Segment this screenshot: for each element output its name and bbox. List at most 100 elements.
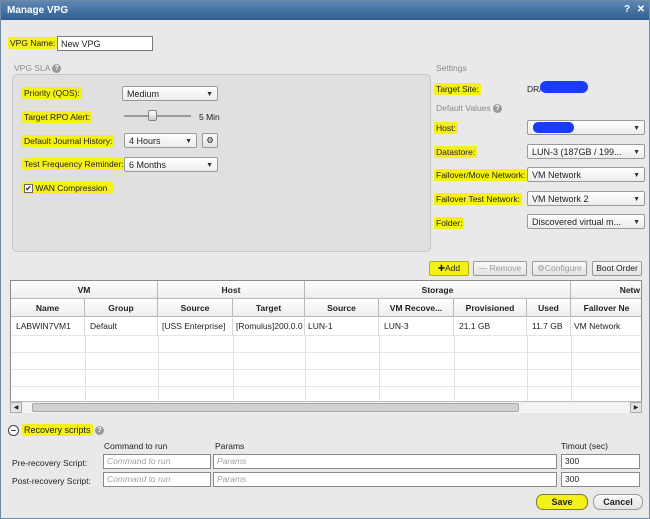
- timeout-column-label: Timout (sec): [561, 441, 608, 451]
- failover-test-network-value: VM Network 2: [532, 194, 589, 204]
- chevron-down-icon: ▼: [633, 125, 640, 132]
- remove-button[interactable]: — Remove: [473, 261, 527, 276]
- post-recovery-timeout-input[interactable]: 300: [561, 472, 640, 487]
- rpo-slider-handle[interactable]: [148, 110, 157, 121]
- row-divider: [11, 386, 641, 387]
- table-cell-storage-source[interactable]: LUN-1: [305, 318, 379, 335]
- failover-network-select[interactable]: VM Network ▼: [527, 167, 645, 182]
- chevron-down-icon: ▼: [633, 196, 640, 203]
- column-divider: [454, 335, 455, 401]
- target-site-label: Target Site:: [434, 83, 481, 95]
- chevron-down-icon: ▼: [206, 91, 213, 98]
- journal-settings-button[interactable]: ⚙: [202, 133, 218, 148]
- settings-title: Settings: [436, 63, 467, 73]
- window-title: Manage VPG: [7, 5, 69, 16]
- title-bar: Manage VPG: [1, 1, 649, 20]
- column-header-failover-network[interactable]: Failover Ne: [571, 299, 641, 317]
- horizontal-scrollbar[interactable]: ◀ ▶: [10, 401, 642, 413]
- help-icon[interactable]: ?: [621, 4, 633, 16]
- column-divider: [158, 335, 159, 401]
- table-cell-host-source[interactable]: [USS Enterprise]: [158, 318, 233, 335]
- table-cell-host-target[interactable]: [Romulus]200.0.0: [233, 318, 305, 335]
- wan-compression-checkbox[interactable]: ✔: [24, 184, 33, 194]
- table-cell-failover-network[interactable]: VM Network: [571, 318, 641, 335]
- column-divider: [85, 335, 86, 401]
- scroll-right-icon[interactable]: ▶: [630, 402, 642, 413]
- plus-icon: ✚: [437, 263, 445, 273]
- group-header-host: Host: [158, 281, 305, 299]
- test-frequency-select[interactable]: 6 Months ▼: [124, 157, 218, 172]
- table-cell-used[interactable]: 11.7 GB: [527, 318, 571, 335]
- gear-icon: ⚙: [537, 263, 545, 273]
- table-cell-group[interactable]: Default: [85, 318, 158, 335]
- column-header-host-source[interactable]: Source: [158, 299, 233, 317]
- vm-grid: VM Host Storage Netw Name Group Source T…: [10, 280, 642, 413]
- priority-value: Medium: [127, 89, 160, 99]
- post-recovery-params-input[interactable]: Params: [213, 472, 557, 487]
- group-header-vm: VM: [11, 281, 158, 299]
- default-values-title: Default Values: [436, 103, 491, 113]
- column-header-provisioned[interactable]: Provisioned: [454, 299, 527, 317]
- post-recovery-command-input[interactable]: Command to run: [103, 472, 211, 487]
- help-icon[interactable]: ?: [52, 64, 62, 74]
- host-label: Host:: [434, 122, 458, 134]
- column-header-group[interactable]: Group: [85, 299, 158, 317]
- priority-label: Priority (QOS):: [22, 87, 82, 99]
- chevron-down-icon: ▼: [206, 162, 213, 169]
- vpg-sla-title: VPG SLA: [14, 63, 50, 73]
- journal-label: Default Journal History:: [22, 135, 115, 147]
- rpo-value: 5 Min: [199, 112, 220, 122]
- help-icon[interactable]: ?: [493, 104, 503, 114]
- vpg-name-label: VPG Name:: [8, 37, 58, 49]
- column-header-host-target[interactable]: Target: [233, 299, 305, 317]
- recovery-scripts-title[interactable]: Recovery scripts: [22, 424, 93, 436]
- table-cell-provisioned[interactable]: 21.1 GB: [454, 318, 527, 335]
- failover-test-network-select[interactable]: VM Network 2 ▼: [527, 191, 645, 206]
- priority-select[interactable]: Medium ▼: [122, 86, 218, 101]
- folder-label: Folder:: [434, 217, 465, 229]
- chevron-down-icon: ▼: [633, 149, 640, 156]
- folder-select[interactable]: Discovered virtual m... ▼: [527, 214, 645, 229]
- rpo-label: Target RPO Alert:: [22, 111, 93, 123]
- redaction-mark: [540, 81, 588, 93]
- close-icon[interactable]: ✕: [635, 4, 647, 16]
- column-divider: [305, 335, 306, 401]
- failover-network-value: VM Network: [532, 170, 582, 180]
- datastore-select[interactable]: LUN-3 (187GB / 199... ▼: [527, 144, 645, 159]
- add-button[interactable]: ✚Add: [429, 261, 469, 276]
- datastore-label: Datastore:: [434, 146, 478, 158]
- row-divider: [11, 369, 641, 370]
- column-divider: [571, 335, 572, 401]
- column-divider: [527, 335, 528, 401]
- cancel-button[interactable]: Cancel: [593, 494, 643, 510]
- save-button[interactable]: Save: [536, 494, 588, 510]
- boot-order-button[interactable]: Boot Order: [592, 261, 642, 276]
- group-header-network: Netw: [571, 281, 641, 299]
- column-header-used[interactable]: Used: [527, 299, 571, 317]
- chevron-down-icon: ▼: [185, 138, 192, 145]
- journal-select[interactable]: 4 Hours ▼: [124, 133, 197, 148]
- vpg-name-input[interactable]: New VPG: [57, 36, 153, 51]
- configure-button[interactable]: ⚙Configure: [532, 261, 587, 276]
- redaction-mark: [533, 122, 574, 133]
- row-divider: [11, 335, 641, 336]
- column-header-storage-source[interactable]: Source: [305, 299, 379, 317]
- pre-recovery-timeout-input[interactable]: 300: [561, 454, 640, 469]
- column-header-vm-recovery[interactable]: VM Recove...: [379, 299, 454, 317]
- scrollbar-thumb[interactable]: [32, 403, 519, 412]
- scroll-left-icon[interactable]: ◀: [10, 402, 22, 413]
- test-frequency-label: Test Frequency Reminder:: [22, 158, 126, 170]
- help-icon[interactable]: ?: [95, 426, 105, 436]
- command-column-label: Command to run: [104, 441, 168, 451]
- pre-recovery-params-input[interactable]: Params: [213, 454, 557, 469]
- table-cell-name[interactable]: LABWIN7VM1: [11, 318, 85, 335]
- rpo-slider-track[interactable]: [124, 115, 191, 117]
- params-column-label: Params: [215, 441, 245, 451]
- table-cell-vm-recovery[interactable]: LUN-3: [379, 318, 454, 335]
- collapse-icon[interactable]: –: [8, 425, 19, 436]
- post-recovery-label: Post-recovery Script:: [12, 476, 91, 486]
- pre-recovery-command-input[interactable]: Command to run: [103, 454, 211, 469]
- group-header-storage: Storage: [305, 281, 571, 299]
- column-header-name[interactable]: Name: [11, 299, 85, 317]
- configure-label: Configure: [544, 263, 582, 273]
